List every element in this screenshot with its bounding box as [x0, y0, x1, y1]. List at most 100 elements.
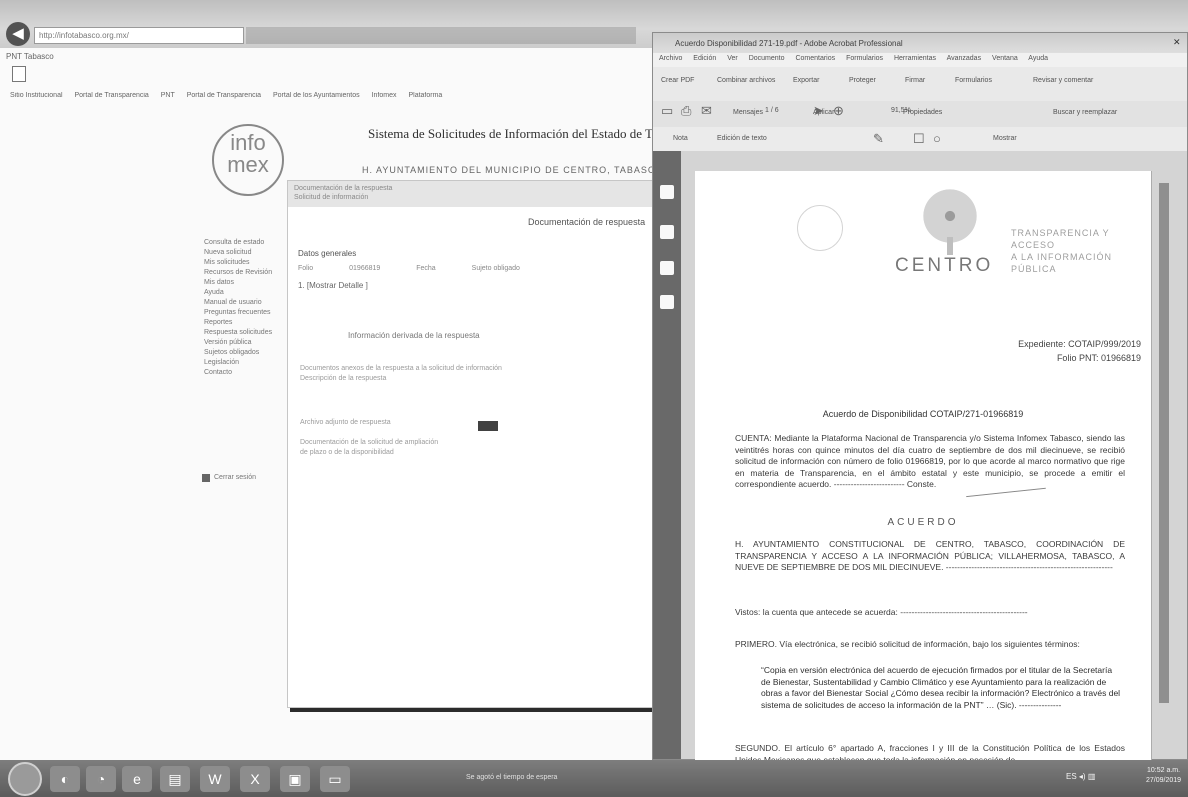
menu-item[interactable]: Ver — [727, 55, 738, 62]
transparency-heading: TRANSPARENCIA Y ACCESO A LA INFORMACIÓN … — [1011, 227, 1151, 275]
expediente-number: Expediente: COTAIP/999/2019 — [1018, 339, 1141, 349]
find-replace-button[interactable]: Buscar y reemplazar — [1053, 109, 1117, 116]
menu-item[interactable]: Ayuda — [1028, 55, 1048, 62]
taskbar-notification-text: Se agotó el tiempo de espera — [466, 774, 558, 781]
menu-item[interactable]: Ventana — [992, 55, 1018, 62]
select-icon[interactable]: ➤ — [813, 103, 824, 119]
email-icon[interactable]: ✉ — [701, 103, 712, 119]
bookmark-item[interactable]: Infomex — [372, 92, 397, 99]
tab-strip[interactable] — [246, 27, 636, 44]
pdf-scrollbar[interactable] — [1159, 183, 1169, 703]
close-icon[interactable]: ✕ — [1173, 37, 1181, 48]
review-comment-button[interactable]: Revisar y comentar — [1033, 77, 1093, 84]
general-data-cell: Fecha — [416, 265, 436, 272]
language-indicator[interactable]: ES — [1066, 772, 1077, 781]
bookmark-item[interactable]: PNT — [161, 92, 175, 99]
zoom-field[interactable]: 91,5% — [891, 107, 911, 114]
sidebar-link[interactable]: Ayuda — [204, 288, 290, 298]
ayuntamiento-paragraph: H. AYUNTAMIENTO CONSTITUCIONAL DE CENTRO… — [735, 539, 1125, 572]
sidebar-link[interactable]: Nueva solicitud — [204, 248, 290, 258]
dialog-header-line: Solicitud de información — [294, 194, 369, 201]
address-bar[interactable]: http://infotabasco.org.mx/ — [34, 27, 244, 44]
forms-button[interactable]: Formularios — [955, 77, 992, 84]
tab-title[interactable]: PNT Tabasco — [6, 52, 54, 61]
protect-button[interactable]: Proteger — [849, 77, 876, 84]
attachments-icon[interactable] — [660, 261, 674, 275]
menu-item[interactable]: Documento — [749, 55, 785, 62]
bookmark-item[interactable]: Portal de Transparencia — [187, 92, 261, 99]
taskbar-app-explorer[interactable]: ▤ — [160, 766, 190, 792]
general-data-row: Folio 01966819 Fecha Sujeto obligado — [298, 265, 648, 272]
taskbar-app-ie[interactable]: e — [122, 766, 152, 792]
menu-item[interactable]: Archivo — [659, 55, 682, 62]
agreement-title: Acuerdo de Disponibilidad COTAIP/271-019… — [822, 409, 1024, 419]
text-edit-tool[interactable]: Edición de texto — [717, 135, 767, 142]
sidebar-link[interactable]: Respuesta solicitudes — [204, 328, 290, 338]
system-title: Sistema de Solicitudes de Información de… — [368, 126, 688, 141]
attachment-icon[interactable] — [478, 421, 498, 431]
show-button[interactable]: Mostrar — [993, 135, 1017, 142]
infomex-logo-text: info mex — [227, 130, 269, 177]
sidebar-link[interactable]: Manual de usuario — [204, 298, 290, 308]
bookmarks-icon[interactable] — [660, 225, 674, 239]
logout-link[interactable]: Cerrar sesión — [214, 474, 256, 481]
zoom-icon[interactable]: ⊕ — [833, 103, 844, 119]
menu-item[interactable]: Edición — [693, 55, 716, 62]
combine-files-button[interactable]: Combinar archivos — [717, 77, 775, 84]
sidebar-link[interactable]: Contacto — [204, 368, 290, 378]
start-button[interactable] — [8, 762, 42, 796]
pdf-icon: ▣ — [288, 771, 302, 787]
create-pdf-button[interactable]: Crear PDF — [661, 77, 694, 84]
pages-icon[interactable] — [660, 185, 674, 199]
menu-item[interactable]: Herramientas — [894, 55, 936, 62]
taskbar: ◐ ◔ e ▤ W X ▣ ▭ Se agotó el tiempo de es… — [0, 760, 1188, 797]
menu-item[interactable]: Avanzadas — [947, 55, 982, 62]
response-dialog: Documentación de la respuesta Solicitud … — [287, 180, 659, 708]
note-tool[interactable]: Nota — [673, 135, 688, 142]
save-icon[interactable]: ▭ — [661, 103, 673, 119]
bookmarks-bar: Sitio Institucional Portal de Transparen… — [0, 92, 660, 108]
taskbar-app-media[interactable]: ◐ — [50, 766, 80, 792]
rectangle-icon[interactable]: ☐ — [913, 131, 925, 147]
signatures-icon[interactable] — [660, 295, 674, 309]
taskbar-app-loader[interactable]: ◔ — [86, 766, 116, 792]
export-button[interactable]: Exportar — [793, 77, 819, 84]
menu-item[interactable]: Formularios — [846, 55, 883, 62]
sidebar-link[interactable]: Consulta de estado — [204, 238, 290, 248]
bookmark-item[interactable]: Portal de Transparencia — [74, 92, 148, 99]
show-detail-link[interactable]: 1. [Mostrar Detalle ] — [298, 281, 368, 290]
bookmark-item[interactable]: Sitio Institucional — [10, 92, 63, 99]
taskbar-app-monitor[interactable]: ▭ — [320, 766, 350, 792]
pdf-viewer-window: Acuerdo Disponibilidad 271-19.pdf - Adob… — [652, 32, 1188, 765]
media-icon: ◐ — [60, 771, 70, 787]
bookmark-item[interactable]: Portal de los Ayuntamientos — [273, 92, 360, 99]
taskbar-app-excel[interactable]: X — [240, 766, 270, 792]
sign-button[interactable]: Firmar — [905, 77, 925, 84]
excel-icon: X — [250, 771, 260, 787]
taskbar-app-pdf[interactable]: ▣ — [280, 766, 310, 792]
page-number-field[interactable]: 1 / 6 — [765, 107, 779, 114]
transparency-line: A LA INFORMACIÓN PÚBLICA — [1011, 252, 1113, 274]
messages-button[interactable]: Mensajes — [733, 109, 763, 116]
dialog-header-line: Documentación de la respuesta — [294, 185, 393, 192]
volume-icon[interactable]: ◂) — [1079, 772, 1086, 781]
oval-icon[interactable]: ○ — [933, 131, 941, 146]
sidebar-link[interactable]: Mis solicitudes — [204, 258, 290, 268]
sidebar-link[interactable]: Reportes — [204, 318, 290, 328]
sidebar-link[interactable]: Mis datos — [204, 278, 290, 288]
clock[interactable]: 10:52 a.m. 27/09/2019 — [1146, 766, 1181, 786]
back-button[interactable]: ◀ — [6, 22, 30, 46]
sidebar-link[interactable]: Sujetos obligados — [204, 348, 290, 358]
sidebar-link[interactable]: Legislación — [204, 358, 290, 368]
network-icon[interactable]: ▥ — [1088, 772, 1096, 781]
print-icon[interactable]: ⎙ — [681, 103, 691, 119]
pencil-icon[interactable]: ✎ — [873, 131, 884, 147]
taskbar-app-word[interactable]: W — [200, 766, 230, 792]
sidebar-link[interactable]: Recursos de Revisión — [204, 268, 290, 278]
bookmark-item[interactable]: Plataforma — [408, 92, 442, 99]
pdf-page: CENTRO TRANSPARENCIA Y ACCESO A LA INFOR… — [695, 171, 1151, 765]
sidebar-link[interactable]: Preguntas frecuentes — [204, 308, 290, 318]
sidebar-link[interactable]: Versión pública — [204, 338, 290, 348]
menu-item[interactable]: Comentarios — [795, 55, 835, 62]
system-tray[interactable]: ES ◂) ▥ — [1066, 772, 1095, 781]
